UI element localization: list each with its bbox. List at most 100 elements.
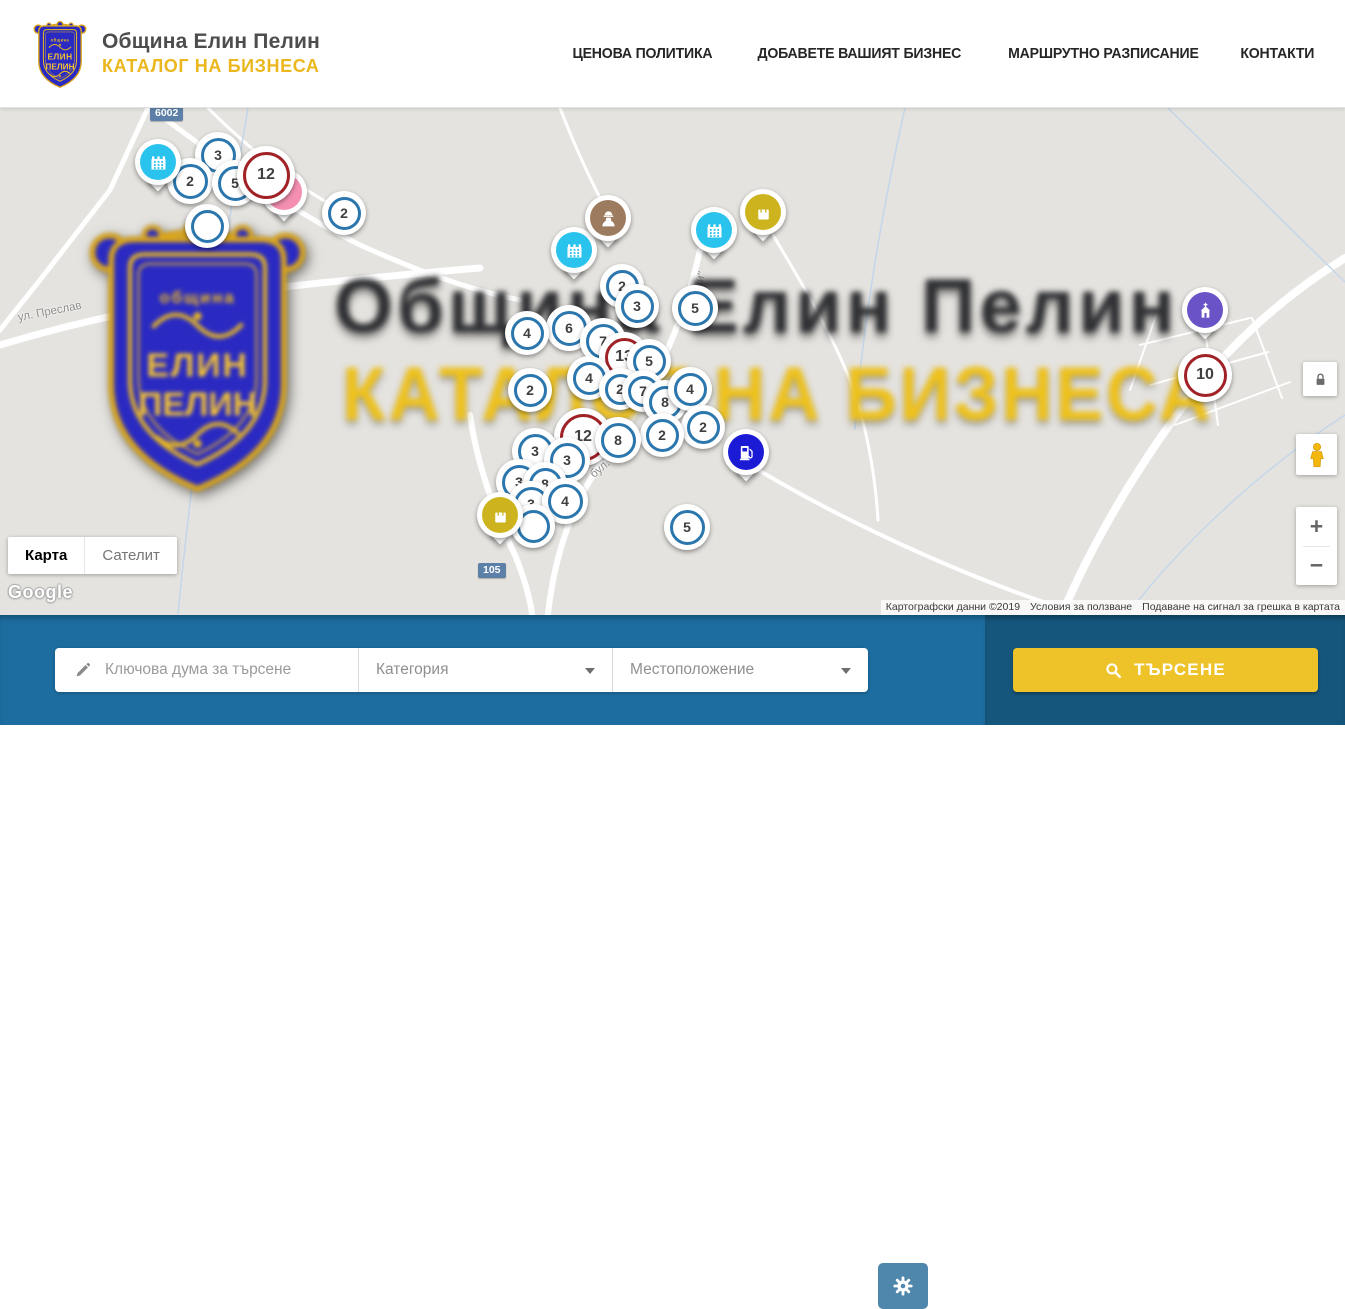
cluster-ring: 4 <box>511 317 544 350</box>
cluster-marker[interactable]: 2 <box>322 191 366 235</box>
search-action-panel: ТЪРСЕНЕ <box>985 615 1345 725</box>
cluster-marker[interactable]: 2 <box>508 368 552 412</box>
google-logo[interactable]: Google <box>8 582 73 603</box>
road-number-label: 105 <box>478 563 506 578</box>
chevron-down-icon <box>585 668 595 674</box>
cluster-marker[interactable]: 2 <box>640 413 684 457</box>
cluster-ring: 2 <box>514 374 547 407</box>
cluster-count: 2 <box>526 382 534 398</box>
map-canvas[interactable]: ул. Преславбул. „Новоселщи" 6002105 Общи… <box>0 108 1345 615</box>
shopping-bag-icon <box>482 497 518 533</box>
cluster-marker[interactable]: 5 <box>672 285 718 331</box>
cluster-count: 2 <box>658 427 666 443</box>
shopping-bag-pin[interactable] <box>740 189 786 249</box>
cluster-count: 12 <box>257 166 275 184</box>
cluster-marker[interactable]: 2 <box>681 405 725 449</box>
category-select[interactable]: Категория <box>359 648 612 692</box>
brand-home-link[interactable]: Община Елин Пелин КАТАЛОГ НА БИЗНЕСА <box>32 18 320 90</box>
nav-item-schedule[interactable]: МАРШРУТНО РАЗПИСАНИЕ <box>1008 45 1199 62</box>
cluster-ring: 12 <box>243 152 290 199</box>
street-view-pegman-button[interactable] <box>1296 434 1337 475</box>
search-fieldbar: Категория Местоположение <box>55 648 868 692</box>
church-pin[interactable] <box>1182 287 1228 347</box>
fuel-icon <box>728 434 764 470</box>
nav-item-add-business[interactable]: ДОБАВЕТЕ ВАШИЯТ БИЗНЕС <box>757 45 961 62</box>
fuel-pin[interactable] <box>723 429 769 489</box>
cluster-marker[interactable]: 4 <box>505 311 549 355</box>
cluster-ring: 10 <box>1184 354 1227 397</box>
map-view-button[interactable]: Карта <box>8 537 84 574</box>
cluster-ring: 8 <box>601 423 636 458</box>
site-header: Община Елин Пелин КАТАЛОГ НА БИЗНЕСА ЦЕН… <box>0 0 1345 108</box>
site-subtitle: КАТАЛОГ НА БИЗНЕСА <box>102 56 320 77</box>
search-bar: Категория Местоположение <box>0 615 1345 725</box>
cluster-count: 5 <box>683 519 691 535</box>
cluster-ring: 4 <box>548 484 583 519</box>
cluster-count: 2 <box>340 205 348 221</box>
cluster-ring: 2 <box>687 411 720 444</box>
nav-item-pricing[interactable]: ЦЕНОВА ПОЛИТИКА <box>573 45 713 62</box>
zoom-control: + − <box>1296 507 1337 585</box>
shopping-bag-icon <box>745 194 781 230</box>
search-icon <box>1104 661 1123 680</box>
cluster-count: 4 <box>561 493 569 509</box>
main-nav: ЦЕНОВА ПОЛИТИКА ДОБАВЕТЕ ВАШИЯТ БИЗНЕС М… <box>568 45 1317 62</box>
factory-pin[interactable] <box>135 139 181 199</box>
lock-icon <box>1312 371 1329 388</box>
cluster-count: 4 <box>523 325 531 341</box>
cluster-ring: 2 <box>646 419 679 452</box>
cluster-count: 3 <box>531 443 539 459</box>
road-number-label: 6002 <box>150 108 183 121</box>
cluster-count: 4 <box>686 381 694 397</box>
cluster-count: 6 <box>565 320 573 336</box>
gear-icon <box>890 1273 916 1299</box>
cluster-count: 4 <box>585 370 593 386</box>
factory-icon <box>696 212 732 248</box>
cluster-marker[interactable]: 3 <box>615 284 659 328</box>
keyword-search-input[interactable] <box>105 661 358 679</box>
report-map-error-link[interactable]: Подаване на сигнал за грешка в картата <box>1137 600 1345 615</box>
cluster-marker[interactable]: 5 <box>664 504 710 550</box>
location-select[interactable]: Местоположение <box>613 648 868 692</box>
keyword-field <box>55 648 358 692</box>
cluster-count: 5 <box>691 300 699 316</box>
shopping-bag-pin[interactable] <box>477 492 523 552</box>
map-type-control: Карта Сателит <box>8 537 177 574</box>
cluster-marker[interactable]: 8 <box>595 417 641 463</box>
cluster-marker[interactable]: 10 <box>1178 348 1232 402</box>
worker-pin[interactable] <box>585 195 631 255</box>
search-fields-panel: Категория Местоположение <box>0 615 985 725</box>
cluster-ring: 3 <box>621 290 654 323</box>
cluster-ring: 5 <box>678 291 713 326</box>
site-title: Община Елин Пелин <box>102 30 320 54</box>
category-select-value: Категория <box>376 661 448 679</box>
lock-button[interactable] <box>1303 362 1337 396</box>
search-button-label: ТЪРСЕНЕ <box>1134 660 1226 680</box>
cluster-count: 8 <box>614 432 622 448</box>
location-select-value: Местоположение <box>630 661 754 679</box>
map-data-copyright: Картографски данни ©2019 <box>881 600 1025 615</box>
chevron-down-icon <box>841 668 851 674</box>
zoom-out-button[interactable]: − <box>1296 547 1337 586</box>
zoom-in-button[interactable]: + <box>1296 507 1337 546</box>
cluster-count: 3 <box>563 452 571 468</box>
terms-of-use-link[interactable]: Условия за ползване <box>1025 600 1137 615</box>
cluster-count: 2 <box>699 419 707 435</box>
search-button[interactable]: ТЪРСЕНЕ <box>1013 648 1318 692</box>
municipality-logo-icon <box>32 20 88 90</box>
map-attribution: Картографски данни ©2019 Условия за полз… <box>881 600 1345 615</box>
pencil-icon <box>74 661 92 679</box>
satellite-view-button[interactable]: Сателит <box>85 537 177 574</box>
nav-item-contacts[interactable]: КОНТАКТИ <box>1241 45 1315 62</box>
church-icon <box>1187 292 1223 328</box>
cluster-count: 8 <box>661 394 669 410</box>
cluster-marker[interactable]: 12 <box>237 146 295 204</box>
factory-pin[interactable] <box>691 207 737 267</box>
worker-icon <box>590 200 626 236</box>
advanced-search-button[interactable] <box>878 1263 928 1309</box>
cluster-ring <box>191 210 224 243</box>
cluster-marker[interactable] <box>185 204 229 248</box>
cluster-count: 5 <box>645 353 653 369</box>
cluster-count: 3 <box>633 298 641 314</box>
cluster-count: 3 <box>214 147 222 163</box>
